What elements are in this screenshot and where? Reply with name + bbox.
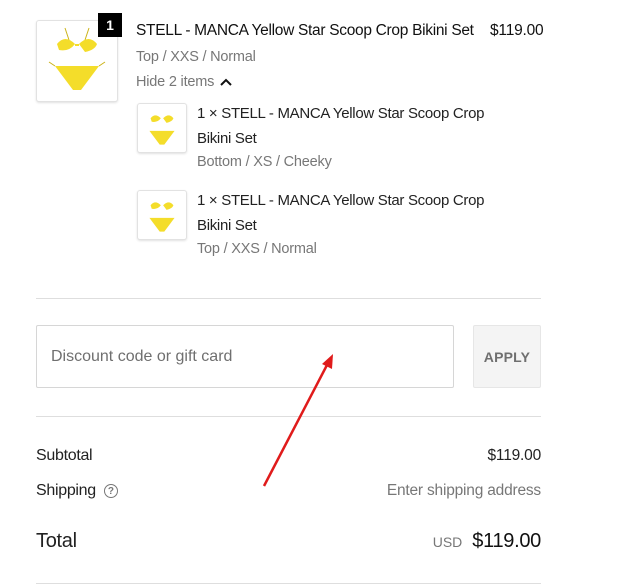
annotation-arrow — [262, 354, 333, 487]
